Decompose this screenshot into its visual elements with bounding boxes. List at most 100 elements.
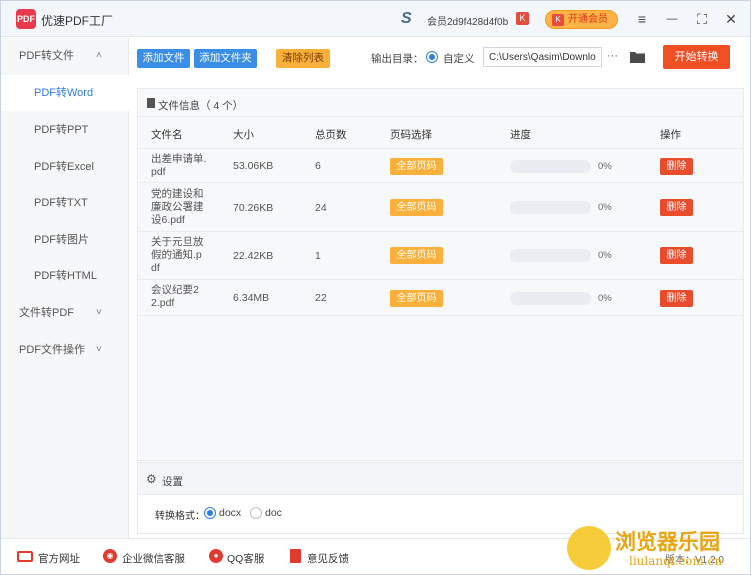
format-doc-radio[interactable] [250, 507, 262, 519]
footer-link-wechat-service[interactable]: 企业微信客服 [122, 551, 185, 566]
sidebar-item-label: PDF转TXT [34, 197, 88, 209]
maximize-icon[interactable]: ⛶ [693, 10, 711, 28]
file-name: 党的建设和 廉政公署建 设6.pdf [151, 188, 204, 226]
column-header-pages: 总页数 [315, 129, 347, 141]
sidebar-item-pdf-to-word[interactable]: PDF转Word [1, 75, 129, 111]
footer-link-feedback[interactable]: 意见反馈 [307, 551, 349, 566]
footer-link-qq-service[interactable]: QQ客服 [227, 551, 264, 566]
watermark-logo-icon [567, 526, 611, 570]
file-size: 22.42KB [233, 250, 274, 262]
add-file-button[interactable]: 添加文件 [137, 49, 190, 68]
file-size: 53.06KB [233, 160, 274, 172]
vip-k-icon: K [516, 12, 529, 25]
open-vip-label: 开通会员 [568, 14, 608, 25]
sidebar-item-label: PDF转HTML [34, 270, 97, 282]
delete-button[interactable]: 删除 [660, 158, 693, 175]
column-header-size: 大小 [233, 129, 254, 141]
page-select-button[interactable]: 全部页码 [390, 158, 443, 175]
progress-percent: 0% [598, 293, 612, 304]
column-header-page-select: 页码选择 [390, 129, 432, 141]
gear-icon: ⚙ [146, 472, 157, 486]
sidebar-group-pdf-operations[interactable]: PDF文件操作 ˅ [1, 332, 129, 368]
sidebar-item-label: PDF转文件 [19, 50, 74, 62]
table-row: 出差申请单. pdf 53.06KB 6 全部页码 0% 删除 [138, 148, 743, 183]
table-row: 党的建设和 廉政公署建 设6.pdf 70.26KB 24 全部页码 0% 删除 [138, 184, 743, 232]
file-name: 关于元旦放 假的通知.p df [151, 236, 204, 274]
folder-icon[interactable] [630, 51, 645, 63]
column-header-action: 操作 [660, 129, 681, 141]
watermark-text: 浏览器乐园 [615, 529, 720, 554]
menu-icon[interactable]: ≡ [633, 10, 651, 28]
settings-panel: ⚙ 设置 转换格式： docx doc [137, 462, 744, 534]
app-title: 优速PDF工厂 [41, 14, 114, 28]
progress-percent: 0% [598, 202, 612, 213]
output-path-input[interactable] [483, 47, 602, 67]
delete-button[interactable]: 删除 [660, 247, 693, 264]
progress-bar [510, 249, 591, 262]
app-window: PDF 优速PDF工厂 S 会员2d9f428d4f0b K K 开通会员 ≡ … [0, 0, 751, 575]
format-docx-label: docx [219, 507, 242, 519]
document-icon [147, 98, 155, 108]
website-icon [17, 551, 33, 562]
file-panel-title: 文件信息（ 4 个） [158, 100, 244, 112]
file-name: 会议纪要2 2.pdf [151, 284, 199, 309]
output-dir-label: 输出目录： [371, 53, 424, 65]
chevron-up-icon: ˄ [96, 50, 102, 61]
title-bar: PDF 优速PDF工厂 S 会员2d9f428d4f0b K K 开通会员 ≡ … [1, 1, 750, 37]
page-select-button[interactable]: 全部页码 [390, 290, 443, 307]
format-label: 转换格式： [155, 511, 205, 522]
sidebar: PDF转文件 ˄ PDF转Word PDF转PPT PDF转Excel PDF转… [1, 38, 129, 538]
delete-button[interactable]: 删除 [660, 290, 693, 307]
minimize-icon[interactable]: — [663, 10, 681, 28]
sidebar-item-pdf-to-excel[interactable]: PDF转Excel [1, 149, 129, 185]
format-docx-radio[interactable] [204, 507, 216, 519]
sidebar-item-label: 文件转PDF [19, 307, 74, 319]
sidebar-item-pdf-to-ppt[interactable]: PDF转PPT [1, 112, 129, 148]
open-vip-button[interactable]: K 开通会员 [545, 10, 618, 29]
clear-list-button[interactable]: 清除列表 [276, 49, 330, 68]
format-doc-label: doc [265, 507, 282, 519]
progress-bar [510, 292, 591, 305]
more-options-icon[interactable]: ··· [607, 50, 618, 62]
file-name: 出差申请单. pdf [151, 153, 207, 178]
progress-percent: 0% [598, 161, 612, 172]
s-brand-icon: S [401, 10, 412, 27]
settings-title: 设置 [162, 476, 183, 488]
sidebar-item-pdf-to-html[interactable]: PDF转HTML [1, 258, 129, 294]
settings-header: ⚙ 设置 [138, 463, 743, 495]
file-pages: 6 [315, 160, 321, 172]
custom-dir-radio[interactable] [426, 51, 438, 63]
add-folder-button[interactable]: 添加文件夹 [194, 49, 257, 68]
chevron-down-icon: ˅ [96, 307, 102, 318]
file-pages: 1 [315, 250, 321, 262]
chevron-down-icon: ˅ [96, 344, 102, 355]
delete-button[interactable]: 删除 [660, 199, 693, 216]
member-id: 会员2d9f428d4f0b [427, 17, 509, 28]
custom-dir-label: 自定义 [443, 53, 475, 65]
sidebar-item-label: PDF转图片 [34, 234, 89, 246]
watermark-url: liulanqi.com.cn [629, 554, 723, 568]
page-select-button[interactable]: 全部页码 [390, 199, 443, 216]
progress-percent: 0% [598, 250, 612, 261]
table-row: 会议纪要2 2.pdf 6.34MB 22 全部页码 0% 删除 [138, 281, 743, 316]
sidebar-group-file-to-pdf[interactable]: 文件转PDF ˅ [1, 295, 129, 331]
sidebar-item-pdf-to-txt[interactable]: PDF转TXT [1, 185, 129, 221]
file-size: 6.34MB [233, 292, 270, 304]
sidebar-item-label: PDF转Excel [34, 161, 94, 173]
table-row: 关于元旦放 假的通知.p df 22.42KB 1 全部页码 0% 删除 [138, 233, 743, 280]
wechat-service-icon: ◉ [103, 549, 117, 563]
file-pages: 24 [315, 202, 327, 214]
app-logo-icon: PDF [16, 9, 36, 29]
file-pages: 22 [315, 292, 327, 304]
page-select-button[interactable]: 全部页码 [390, 247, 443, 264]
feedback-icon [290, 549, 301, 563]
sidebar-group-pdf-to-file[interactable]: PDF转文件 ˄ [1, 38, 129, 74]
sidebar-item-label: PDF转PPT [34, 124, 89, 136]
footer-link-website[interactable]: 官方网址 [38, 551, 80, 566]
progress-bar [510, 160, 591, 173]
close-icon[interactable]: ✕ [722, 10, 740, 28]
start-convert-button[interactable]: 开始转换 [663, 45, 730, 69]
progress-bar [510, 201, 591, 214]
qq-service-icon: ● [209, 549, 223, 563]
sidebar-item-pdf-to-image[interactable]: PDF转图片 [1, 222, 129, 258]
